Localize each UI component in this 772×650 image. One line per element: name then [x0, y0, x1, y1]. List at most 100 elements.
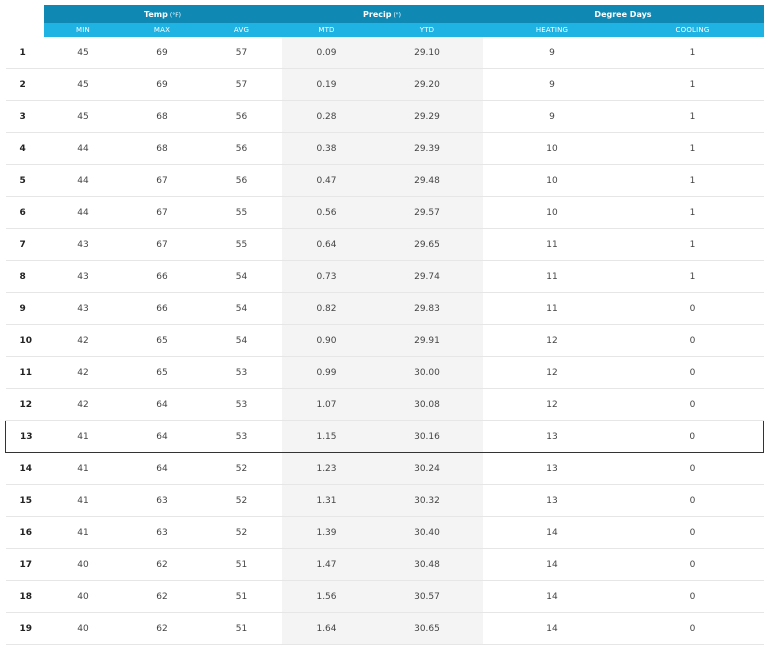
heating-cell: 10 [482, 132, 622, 165]
max-cell: 62 [122, 580, 202, 613]
mtd-cell: 0.73 [281, 260, 372, 293]
heating-cell: 12 [482, 324, 622, 357]
max-cell: 64 [122, 388, 202, 421]
min-cell: 43 [43, 292, 123, 325]
max-cell: 65 [122, 324, 202, 357]
max-cell: 62 [122, 548, 202, 581]
cooling-cell: 0 [621, 388, 764, 421]
day-cell: 15 [5, 484, 44, 517]
table-row[interactable]: 1 45 69 57 0.09 29.10 9 1 [5, 37, 764, 69]
avg-cell: 53 [201, 420, 282, 453]
max-cell: 68 [122, 100, 202, 133]
max-cell: 67 [122, 228, 202, 261]
table-row[interactable]: 5 44 67 56 0.47 29.48 10 1 [5, 164, 764, 197]
ytd-cell: 29.91 [371, 324, 483, 357]
min-cell: 41 [43, 452, 123, 485]
table-row[interactable]: 15 41 63 52 1.31 30.32 13 0 [5, 484, 764, 517]
table-row[interactable]: 2 45 69 57 0.19 29.20 9 1 [5, 68, 764, 101]
day-cell: 14 [5, 452, 44, 485]
day-cell: 16 [5, 516, 44, 549]
avg-cell: 55 [201, 196, 282, 229]
cooling-cell: 0 [621, 292, 764, 325]
heating-cell: 10 [482, 164, 622, 197]
table-row[interactable]: 6 44 67 55 0.56 29.57 10 1 [5, 196, 764, 229]
cooling-cell: 1 [621, 196, 764, 229]
day-cell: 6 [5, 196, 44, 229]
table-row[interactable]: 19 40 62 51 1.64 30.65 14 0 [5, 612, 764, 645]
day-cell: 9 [5, 292, 44, 325]
min-cell: 45 [43, 37, 123, 69]
min-cell: 41 [43, 516, 123, 549]
mtd-cell: 1.47 [281, 548, 372, 581]
avg-cell: 52 [201, 516, 282, 549]
ytd-cell: 29.74 [371, 260, 483, 293]
mtd-cell: 0.64 [281, 228, 372, 261]
min-cell: 43 [43, 228, 123, 261]
mtd-cell: 1.07 [281, 388, 372, 421]
heating-cell: 11 [482, 260, 622, 293]
table-row[interactable]: 11 42 65 53 0.99 30.00 12 0 [5, 356, 764, 389]
heating-cell: 11 [482, 228, 622, 261]
day-cell: 12 [5, 388, 44, 421]
min-cell: 42 [43, 324, 123, 357]
table-row[interactable]: 12 42 64 53 1.07 30.08 12 0 [5, 388, 764, 421]
day-cell: 8 [5, 260, 44, 293]
mtd-cell: 0.56 [281, 196, 372, 229]
table-row[interactable]: 7 43 67 55 0.64 29.65 11 1 [5, 228, 764, 261]
ytd-cell: 29.83 [371, 292, 483, 325]
avg-cell: 57 [201, 68, 282, 101]
avg-cell: 55 [201, 228, 282, 261]
day-cell: 10 [5, 324, 44, 357]
mtd-cell: 0.99 [281, 356, 372, 389]
climate-normals-table: Temp (°F) Precip (") Degree Days MIN MAX A… [5, 5, 764, 645]
table-row-selected[interactable]: 13 41 64 53 1.15 30.16 13 0 [5, 420, 764, 453]
day-cell: 7 [5, 228, 44, 261]
cooling-cell: 1 [621, 164, 764, 197]
day-cell: 5 [5, 164, 44, 197]
table-row[interactable]: 14 41 64 52 1.23 30.24 13 0 [5, 452, 764, 485]
heating-cell: 14 [482, 612, 622, 645]
group-header-precip: Precip (") [281, 5, 483, 23]
max-cell: 64 [122, 452, 202, 485]
heating-cell: 14 [482, 580, 622, 613]
ytd-cell: 30.16 [371, 420, 483, 453]
avg-cell: 51 [201, 612, 282, 645]
table-row[interactable]: 8 43 66 54 0.73 29.74 11 1 [5, 260, 764, 293]
column-header-ytd: YTD [371, 23, 483, 37]
heating-cell: 14 [482, 548, 622, 581]
ytd-cell: 30.40 [371, 516, 483, 549]
cooling-cell: 0 [621, 420, 764, 453]
mtd-cell: 1.39 [281, 516, 372, 549]
mtd-cell: 0.09 [281, 37, 372, 69]
mtd-cell: 0.38 [281, 132, 372, 165]
ytd-cell: 29.57 [371, 196, 483, 229]
mtd-cell: 0.28 [281, 100, 372, 133]
cooling-cell: 0 [621, 516, 764, 549]
heating-cell: 9 [482, 68, 622, 101]
cooling-cell: 0 [621, 484, 764, 517]
heating-cell: 12 [482, 388, 622, 421]
table-row[interactable]: 9 43 66 54 0.82 29.83 11 0 [5, 292, 764, 325]
column-header-avg: AVG [201, 23, 282, 37]
heating-cell: 9 [482, 37, 622, 69]
ytd-cell: 29.10 [371, 37, 483, 69]
cooling-cell: 1 [621, 37, 764, 69]
table-row[interactable]: 18 40 62 51 1.56 30.57 14 0 [5, 580, 764, 613]
table-row[interactable]: 17 40 62 51 1.47 30.48 14 0 [5, 548, 764, 581]
avg-cell: 51 [201, 548, 282, 581]
table-row[interactable]: 16 41 63 52 1.39 30.40 14 0 [5, 516, 764, 549]
heating-cell: 13 [482, 452, 622, 485]
min-cell: 45 [43, 68, 123, 101]
table-row[interactable]: 3 45 68 56 0.28 29.29 9 1 [5, 100, 764, 133]
heating-cell: 14 [482, 516, 622, 549]
table-row[interactable]: 10 42 65 54 0.90 29.91 12 0 [5, 324, 764, 357]
heating-cell: 10 [482, 196, 622, 229]
table-row[interactable]: 4 44 68 56 0.38 29.39 10 1 [5, 132, 764, 165]
avg-cell: 51 [201, 580, 282, 613]
ytd-cell: 30.57 [371, 580, 483, 613]
cooling-cell: 0 [621, 356, 764, 389]
ytd-cell: 29.39 [371, 132, 483, 165]
mtd-cell: 0.82 [281, 292, 372, 325]
max-cell: 65 [122, 356, 202, 389]
heating-cell: 12 [482, 356, 622, 389]
